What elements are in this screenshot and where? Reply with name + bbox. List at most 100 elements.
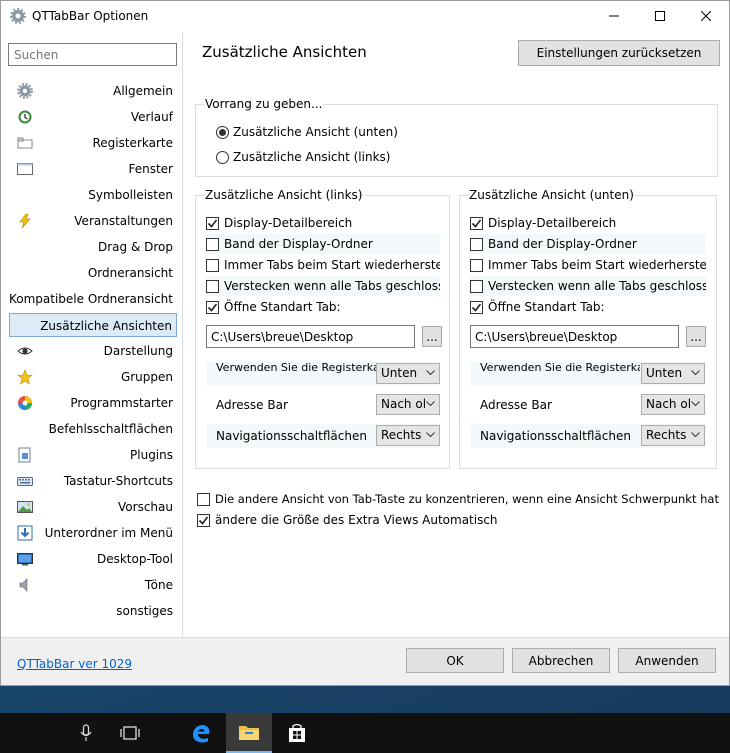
bottom-view-group: Zusätzliche Ansicht (unten) Display-Deta… xyxy=(459,188,717,469)
checkbox[interactable] xyxy=(197,492,210,506)
sidebar-item-allgemein[interactable]: Allgemein xyxy=(9,79,177,103)
radio-button[interactable] xyxy=(216,125,229,139)
sidebar-item-vorschau[interactable]: Vorschau xyxy=(9,495,177,519)
right-check-open-default-tab[interactable]: Öffne Standart Tab: xyxy=(470,297,706,317)
left-check-open-default-tab[interactable]: Öffne Standart Tab: xyxy=(206,297,440,317)
sidebar-item-fenster[interactable]: Fenster xyxy=(9,157,177,181)
right-default-tab-path-input[interactable] xyxy=(470,325,679,348)
apply-button[interactable]: Anwenden xyxy=(618,648,716,673)
check-auto-resize-extra-views[interactable]: ändere die Größe des Extra Views Automat… xyxy=(197,510,725,530)
right-prop-tabs-position: Verwenden Sie die Registerkarten Unten xyxy=(470,362,706,386)
right-address-bar-select[interactable]: Nach ol xyxy=(641,394,705,415)
right-prop-nav-buttons: Navigationsschaltflächen Rechts xyxy=(470,424,706,448)
version-link[interactable]: QTTabBar ver 1029 xyxy=(17,657,132,671)
ok-button[interactable]: OK xyxy=(406,648,504,673)
maximize-button[interactable] xyxy=(637,1,683,31)
reset-settings-button[interactable]: Einstellungen zurücksetzen xyxy=(518,40,720,66)
checkbox[interactable] xyxy=(206,216,219,230)
right-tabs-position-select[interactable]: Unten xyxy=(641,363,705,384)
right-check-hide-when-closed[interactable]: Verstecken wenn alle Tabs geschlossen si… xyxy=(470,276,706,296)
sidebar-item-darstellung[interactable]: Darstellung xyxy=(9,339,177,363)
checkbox[interactable] xyxy=(470,279,483,293)
left-tabs-position-select[interactable]: Unten xyxy=(376,363,440,384)
sidebar-item-zusaetzliche-ansichten[interactable]: Zusätzliche Ansichten xyxy=(9,313,177,337)
sidebar-item-toene[interactable]: Töne xyxy=(9,573,177,597)
sidebar-item-unterordner-im-menue[interactable]: Unterordner im Menü xyxy=(9,521,177,545)
lightning-icon xyxy=(19,213,31,229)
sidebar-item-gruppen[interactable]: Gruppen xyxy=(9,365,177,389)
sidebar-item-verlauf[interactable]: Verlauf xyxy=(9,105,177,129)
priority-group: Vorrang zu geben... Zusätzliche Ansicht … xyxy=(195,97,718,177)
keyboard-icon xyxy=(17,477,33,486)
sidebar-item-registerkarte[interactable]: Registerkarte xyxy=(9,131,177,155)
checkbox[interactable] xyxy=(197,513,210,527)
store-icon[interactable] xyxy=(274,713,320,753)
sidebar-item-tastatur-shortcuts[interactable]: Tastatur-Shortcuts xyxy=(9,469,177,493)
options-window: QTTabBar Optionen Allgemein Verlauf Regi… xyxy=(0,0,730,686)
sidebar-item-sonstiges[interactable]: sonstiges xyxy=(9,599,177,623)
main-panel: Zusätzliche Ansichten Einstellungen zurü… xyxy=(184,32,729,636)
chevron-down-icon xyxy=(691,401,700,407)
priority-option-left[interactable]: Zusätzliche Ansicht (links) xyxy=(216,147,390,167)
checkbox[interactable] xyxy=(470,216,483,230)
sidebar-item-symbolleisten[interactable]: Symbolleisten xyxy=(9,183,177,207)
right-browse-button[interactable]: ... xyxy=(686,326,706,347)
left-address-bar-select[interactable]: Nach ol xyxy=(376,394,440,415)
right-check-folder-band[interactable]: Band der Display-Ordner xyxy=(470,234,706,254)
search-input[interactable] xyxy=(8,43,177,66)
speaker-icon xyxy=(19,578,28,592)
checkbox[interactable] xyxy=(206,258,219,272)
checkmark-icon xyxy=(471,219,482,228)
left-check-hide-when-closed[interactable]: Verstecken wenn alle Tabs geschlossen si… xyxy=(206,276,440,296)
sidebar: Allgemein Verlauf Registerkarte Fenster … xyxy=(1,32,183,636)
checkbox[interactable] xyxy=(206,300,219,314)
chevron-down-icon xyxy=(426,432,435,438)
checkmark-icon xyxy=(207,303,218,312)
taskbar xyxy=(0,713,730,753)
left-check-folder-band[interactable]: Band der Display-Ordner xyxy=(206,234,440,254)
title-bar[interactable]: QTTabBar Optionen xyxy=(1,1,729,31)
checkbox[interactable] xyxy=(470,237,483,251)
cancel-button[interactable]: Abbrechen xyxy=(512,648,610,673)
radio-button[interactable] xyxy=(216,150,229,164)
task-view-icon[interactable] xyxy=(108,713,152,753)
gear-icon xyxy=(10,8,26,24)
sidebar-item-desktop-tool[interactable]: Desktop-Tool xyxy=(9,547,177,571)
file-explorer-icon[interactable] xyxy=(226,713,272,753)
sidebar-item-veranstaltungen[interactable]: Veranstaltungen xyxy=(9,209,177,233)
right-check-restore-tabs[interactable]: Immer Tabs beim Start wiederherstellen xyxy=(470,255,706,275)
sidebar-item-plugins[interactable]: Plugins xyxy=(9,443,177,467)
sidebar-item-befehlsschaltflaechen[interactable]: Befehlsschaltflächen xyxy=(9,417,177,441)
sidebar-item-ordneransicht[interactable]: Ordneransicht xyxy=(9,261,177,285)
left-view-group: Zusätzliche Ansicht (links) Display-Deta… xyxy=(195,188,450,469)
window-title: QTTabBar Optionen xyxy=(32,9,149,23)
checkmark-icon xyxy=(471,303,482,312)
right-prop-address-bar: Adresse Bar Nach ol xyxy=(470,393,706,417)
edge-icon[interactable] xyxy=(178,713,224,753)
left-view-group-title: Zusätzliche Ansicht (links) xyxy=(204,188,364,202)
checkbox[interactable] xyxy=(206,237,219,251)
sidebar-item-drag-drop[interactable]: Drag & Drop xyxy=(9,235,177,259)
checkbox[interactable] xyxy=(206,279,219,293)
check-focus-other-view[interactable]: Die andere Ansicht von Tab-Taste zu konz… xyxy=(197,489,725,509)
checkmark-icon xyxy=(198,516,209,525)
checkbox[interactable] xyxy=(470,300,483,314)
microphone-icon[interactable] xyxy=(64,713,108,753)
left-check-restore-tabs[interactable]: Immer Tabs beim Start wiederherstellen xyxy=(206,255,440,275)
right-check-detail-pane[interactable]: Display-Detailbereich xyxy=(470,213,706,233)
minimize-button[interactable] xyxy=(591,1,637,31)
minimize-icon xyxy=(609,15,619,17)
left-browse-button[interactable]: ... xyxy=(422,326,442,347)
left-prop-tabs-position: Verwenden Sie die Registerkarten Unten xyxy=(206,362,440,386)
left-nav-buttons-select[interactable]: Rechts xyxy=(376,425,440,446)
left-default-tab-path-input[interactable] xyxy=(206,325,415,348)
sidebar-item-kompatibele-ordneransicht[interactable]: Kompatibele Ordneransicht xyxy=(9,287,177,311)
right-nav-buttons-select[interactable]: Rechts xyxy=(641,425,705,446)
history-icon xyxy=(18,110,32,124)
close-button[interactable] xyxy=(683,1,729,31)
checkbox[interactable] xyxy=(470,258,483,272)
bottom-view-group-title: Zusätzliche Ansicht (unten) xyxy=(468,188,635,202)
sidebar-item-programmstarter[interactable]: Programmstarter xyxy=(9,391,177,415)
priority-option-bottom[interactable]: Zusätzliche Ansicht (unten) xyxy=(216,122,398,142)
left-check-detail-pane[interactable]: Display-Detailbereich xyxy=(206,213,440,233)
